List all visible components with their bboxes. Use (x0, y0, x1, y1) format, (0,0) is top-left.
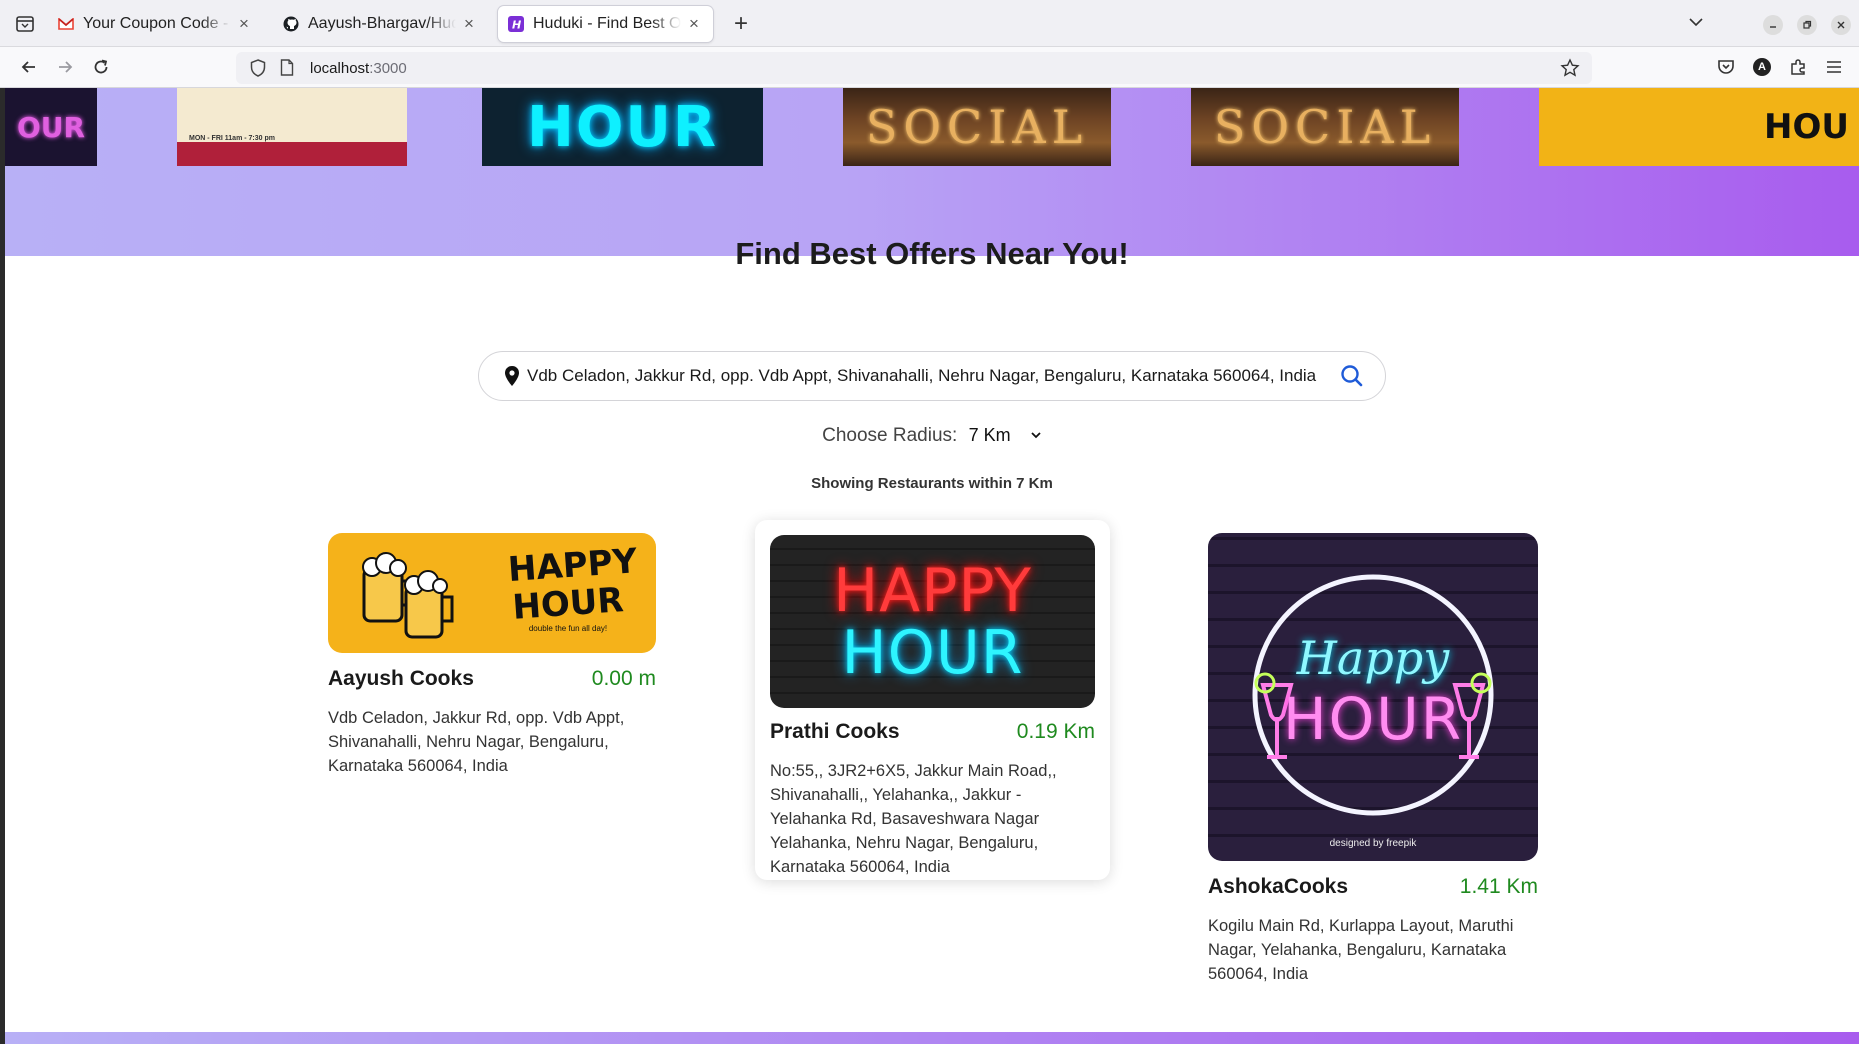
menu-icon[interactable] (1823, 56, 1845, 78)
carousel-banner[interactable]: SOCIAL (1191, 88, 1459, 166)
close-icon[interactable]: × (685, 14, 703, 34)
restaurant-distance: 1.41 Km (1459, 875, 1538, 898)
new-tab-button[interactable]: + (734, 12, 748, 36)
back-icon[interactable] (17, 55, 41, 79)
huduki-icon: H (508, 16, 524, 32)
reload-icon[interactable] (89, 55, 113, 79)
restore-icon[interactable] (1797, 15, 1817, 35)
carousel-banner[interactable]: HOU (1539, 88, 1859, 166)
tab-coupon[interactable]: Your Coupon Code - aayush × (48, 6, 263, 42)
restaurant-image: Happy HOUR designed by freepik (1208, 533, 1538, 861)
restaurant-distance: 0.00 m (591, 667, 656, 690)
page-info-icon[interactable] (280, 59, 296, 77)
url-bar[interactable]: localhost:3000 (236, 52, 1592, 84)
restaurant-address: Vdb Celadon, Jakkur Rd, opp. Vdb Appt, S… (328, 709, 625, 775)
restaurant-card[interactable]: Happy HOUR designed by freepik AshokaCoo… (1208, 533, 1538, 993)
forward-icon[interactable] (53, 55, 77, 79)
pocket-icon[interactable] (1715, 56, 1737, 78)
radius-selector: Choose Radius: 7 Km (5, 425, 1859, 447)
restaurant-card[interactable]: HAPPY HOUR Prathi Cooks 0.19 Km No:55,, … (755, 520, 1110, 880)
footer-bar (5, 1032, 1859, 1044)
image-text: HAPPY (833, 555, 1032, 626)
restaurant-name: Aayush Cooks (328, 667, 474, 690)
location-search-bar[interactable]: Vdb Celadon, Jakkur Rd, opp. Vdb Appt, S… (478, 351, 1386, 401)
beer-mugs-icon (362, 552, 454, 639)
list-all-tabs-icon[interactable] (1688, 15, 1704, 31)
close-icon[interactable]: × (460, 14, 478, 34)
page-title: Find Best Offers Near You! (735, 236, 1129, 271)
restaurant-image: HAPPY HOUR (770, 535, 1095, 708)
restaurant-address: No:55,, 3JR2+6X5, Jakkur Main Road,, Shi… (770, 762, 1057, 876)
minimize-icon[interactable] (1763, 15, 1783, 35)
window-close-icon[interactable] (1831, 15, 1851, 35)
url-port: :3000 (369, 59, 407, 77)
image-text: Happy (1296, 631, 1450, 685)
hero-carousel: OUR MON - FRI 11am - 7:30 pm HOUR SOCIAL… (5, 88, 1859, 256)
github-icon (283, 16, 299, 32)
restaurant-address: Kogilu Main Rd, Kurlappa Layout, Maruthi… (1208, 917, 1514, 983)
tab-list-icon[interactable] (14, 14, 36, 34)
radius-label: Choose Radius: (822, 425, 958, 446)
location-pin-icon (505, 366, 519, 386)
chevron-down-icon[interactable] (1030, 428, 1042, 442)
gmail-icon (58, 16, 74, 32)
results-summary: Showing Restaurants within 7 Km (811, 475, 1053, 492)
page-content: OUR MON - FRI 11am - 7:30 pm HOUR SOCIAL… (5, 88, 1859, 1044)
restaurant-distance: 0.19 Km (1016, 720, 1095, 743)
radius-select[interactable]: 7 Km (969, 425, 1011, 445)
svg-text:H: H (512, 19, 521, 32)
tab-title: Aayush-Bhargav/Huduki-Find (308, 15, 456, 32)
restaurant-card[interactable]: HAPPY HOUR double the fun all day! Aayus… (328, 533, 656, 775)
close-icon[interactable]: × (235, 14, 253, 34)
image-subtext: designed by freepik (1329, 838, 1417, 849)
carousel-banner[interactable]: HOUR (482, 88, 763, 166)
restaurant-name: AshokaCooks (1208, 875, 1349, 898)
browser-tab-bar: Your Coupon Code - aayush × Aayush-Bharg… (0, 0, 1859, 47)
image-text: HOUR (1282, 685, 1464, 753)
tab-title: Your Coupon Code - aayush (83, 15, 231, 32)
restaurant-image: HAPPY HOUR double the fun all day! (328, 533, 656, 653)
tab-title: Huduki - Find Best Offers (533, 15, 681, 32)
image-text: HOUR (511, 580, 625, 628)
search-icon[interactable] (1339, 363, 1365, 389)
carousel-banner[interactable]: OUR (5, 88, 97, 166)
image-text: HOUR (841, 617, 1024, 688)
tab-huduki[interactable]: H Huduki - Find Best Offers × (498, 6, 713, 42)
restaurant-name: Prathi Cooks (770, 720, 900, 743)
url-host: localhost (310, 59, 370, 77)
carousel-banner[interactable]: MON - FRI 11am - 7:30 pm (177, 88, 407, 166)
tab-github[interactable]: Aayush-Bhargav/Huduki-Find × (273, 6, 488, 42)
carousel-banner[interactable]: SOCIAL (843, 88, 1111, 166)
account-avatar[interactable]: A (1751, 56, 1773, 78)
bookmark-star-icon[interactable] (1560, 58, 1580, 78)
search-input[interactable]: Vdb Celadon, Jakkur Rd, opp. Vdb Appt, S… (527, 366, 1339, 386)
extensions-icon[interactable] (1787, 56, 1809, 78)
tracking-protection-icon[interactable] (250, 59, 268, 77)
browser-nav-bar: localhost:3000 A (0, 47, 1859, 88)
